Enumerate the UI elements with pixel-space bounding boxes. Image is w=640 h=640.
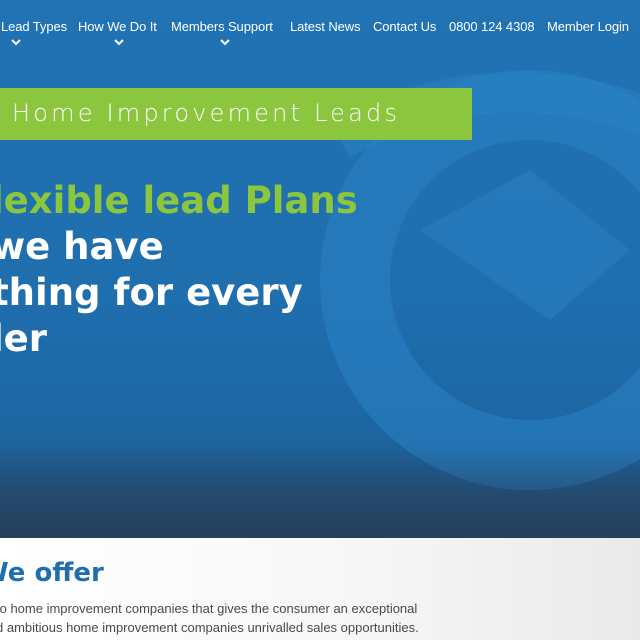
category-banner: Home Improvement Leads (0, 88, 472, 140)
chevron-down-icon[interactable] (114, 38, 124, 46)
headline-line-4: ler (0, 317, 48, 360)
nav-member-login[interactable]: Member Login (547, 19, 629, 34)
headline-line-1: lexible lead Plans (0, 179, 358, 222)
hero-fade (0, 448, 640, 538)
hero-headline: lexible lead Plans we have thing for eve… (0, 178, 358, 362)
offer-section: We offer to home improvement companies t… (0, 538, 640, 640)
offer-title: We offer (0, 558, 104, 588)
hero-section: Lead Types How We Do It Members Support … (0, 0, 640, 538)
main-nav: Lead Types How We Do It Members Support … (0, 0, 640, 56)
offer-title-text: e offer (7, 558, 104, 588)
chevron-down-icon[interactable] (11, 38, 21, 46)
headline-line-2: we have (0, 225, 164, 268)
nav-latest-news[interactable]: Latest News (290, 19, 361, 34)
nav-members-support[interactable]: Members Support (171, 19, 273, 34)
nav-phone-number[interactable]: 0800 124 4308 (449, 19, 535, 34)
nav-how-we-do-it[interactable]: How We Do It (78, 19, 157, 34)
offer-text-line-1: to home improvement companies that gives… (0, 601, 418, 616)
banner-title: Home Improvement Leads (12, 99, 401, 127)
headline-line-3: thing for every (0, 271, 303, 314)
offer-text-line-2: d ambitious home improvement companies u… (0, 620, 419, 635)
chevron-down-icon[interactable] (220, 38, 230, 46)
nav-lead-types[interactable]: Lead Types (1, 19, 67, 34)
nav-contact-us[interactable]: Contact Us (373, 19, 436, 34)
